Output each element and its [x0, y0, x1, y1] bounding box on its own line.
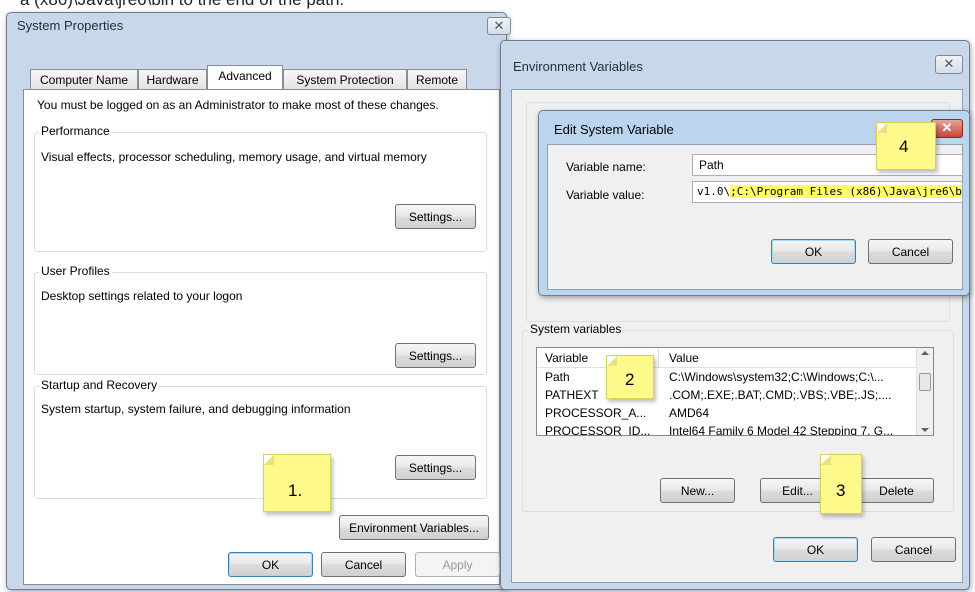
tab-advanced[interactable]: Advanced [207, 65, 283, 89]
note-1: 1. [263, 454, 331, 512]
note-4: 4 [876, 122, 936, 170]
user-profiles-label: User Profiles [39, 264, 112, 278]
tab-system-protection[interactable]: System Protection [283, 69, 407, 89]
performance-settings-button[interactable]: Settings... [395, 204, 476, 229]
table-row[interactable]: PATHEXT .COM;.EXE;.BAT;.CMD;.VBS;.VBE;.J… [537, 386, 929, 404]
tab-computer-name[interactable]: Computer Name [30, 69, 138, 89]
startup-recovery-settings-button[interactable]: Settings... [395, 455, 476, 480]
value-prefix: v1.0\ [697, 185, 731, 198]
table-row[interactable]: Path C:\Windows\system32;C:\Windows;C:\.… [537, 368, 929, 386]
column-variable[interactable]: Variable [545, 351, 588, 365]
list-header: Variable Value [537, 348, 933, 368]
admin-note: You must be logged on as an Administrato… [37, 98, 439, 112]
window-title: System Properties [17, 18, 124, 33]
window-title: Edit System Variable [554, 122, 674, 137]
tab-remote[interactable]: Remote [407, 69, 467, 89]
table-row[interactable]: PROCESSOR_A... AMD64 [537, 404, 929, 422]
variable-value-label: Variable value: [566, 188, 645, 202]
environment-variables-button[interactable]: Environment Variables... [339, 515, 489, 540]
scroll-up-icon[interactable] [921, 351, 929, 355]
system-properties-window: System Properties ✕ Computer Name Hardwa… [6, 12, 511, 590]
delete-button[interactable]: Delete [859, 478, 934, 503]
user-profiles-desc: Desktop settings related to your logon [41, 289, 243, 303]
ok-button[interactable]: OK [773, 537, 858, 562]
performance-desc: Visual effects, processor scheduling, me… [41, 150, 427, 164]
window-title: Environment Variables [513, 59, 643, 74]
close-icon[interactable]: ✕ [935, 55, 963, 74]
top-cropped-text: a (x86)\Java\jre6\bin to the end of the … [20, 0, 344, 10]
tab-hardware[interactable]: Hardware [138, 69, 207, 89]
variable-name-label: Variable name: [566, 160, 646, 174]
note-3: 3 [820, 454, 862, 514]
value-highlight: ;C:\Program Files (x86)\Java\jre6\bin [730, 185, 962, 198]
system-variables-list[interactable]: Variable Value Path C:\Windows\system32;… [536, 347, 934, 436]
scroll-down-icon[interactable] [921, 428, 929, 432]
column-value[interactable]: Value [669, 351, 699, 365]
ok-button[interactable]: OK [228, 552, 313, 577]
tab-panel-advanced: You must be logged on as an Administrato… [23, 89, 500, 585]
note-2: 2 [606, 355, 654, 399]
apply-button: Apply [415, 552, 500, 577]
variable-value-field[interactable]: v1.0\;C:\Program Files (x86)\Java\jre6\b… [692, 181, 963, 203]
startup-recovery-desc: System startup, system failure, and debu… [41, 402, 351, 416]
close-icon[interactable]: ✕ [487, 17, 511, 35]
ok-button[interactable]: OK [771, 239, 856, 264]
cancel-button[interactable]: Cancel [871, 537, 956, 562]
scroll-thumb[interactable] [919, 373, 931, 391]
startup-recovery-label: Startup and Recovery [39, 378, 160, 392]
cancel-button[interactable]: Cancel [321, 552, 406, 577]
system-variables-label: System variables [528, 322, 624, 336]
vertical-scrollbar[interactable] [916, 348, 933, 435]
user-profiles-settings-button[interactable]: Settings... [395, 343, 476, 368]
table-row[interactable]: PROCESSOR_ID... Intel64 Family 6 Model 4… [537, 422, 929, 435]
new-button[interactable]: New... [660, 478, 735, 503]
performance-label: Performance [39, 124, 112, 138]
cancel-button[interactable]: Cancel [868, 239, 953, 264]
